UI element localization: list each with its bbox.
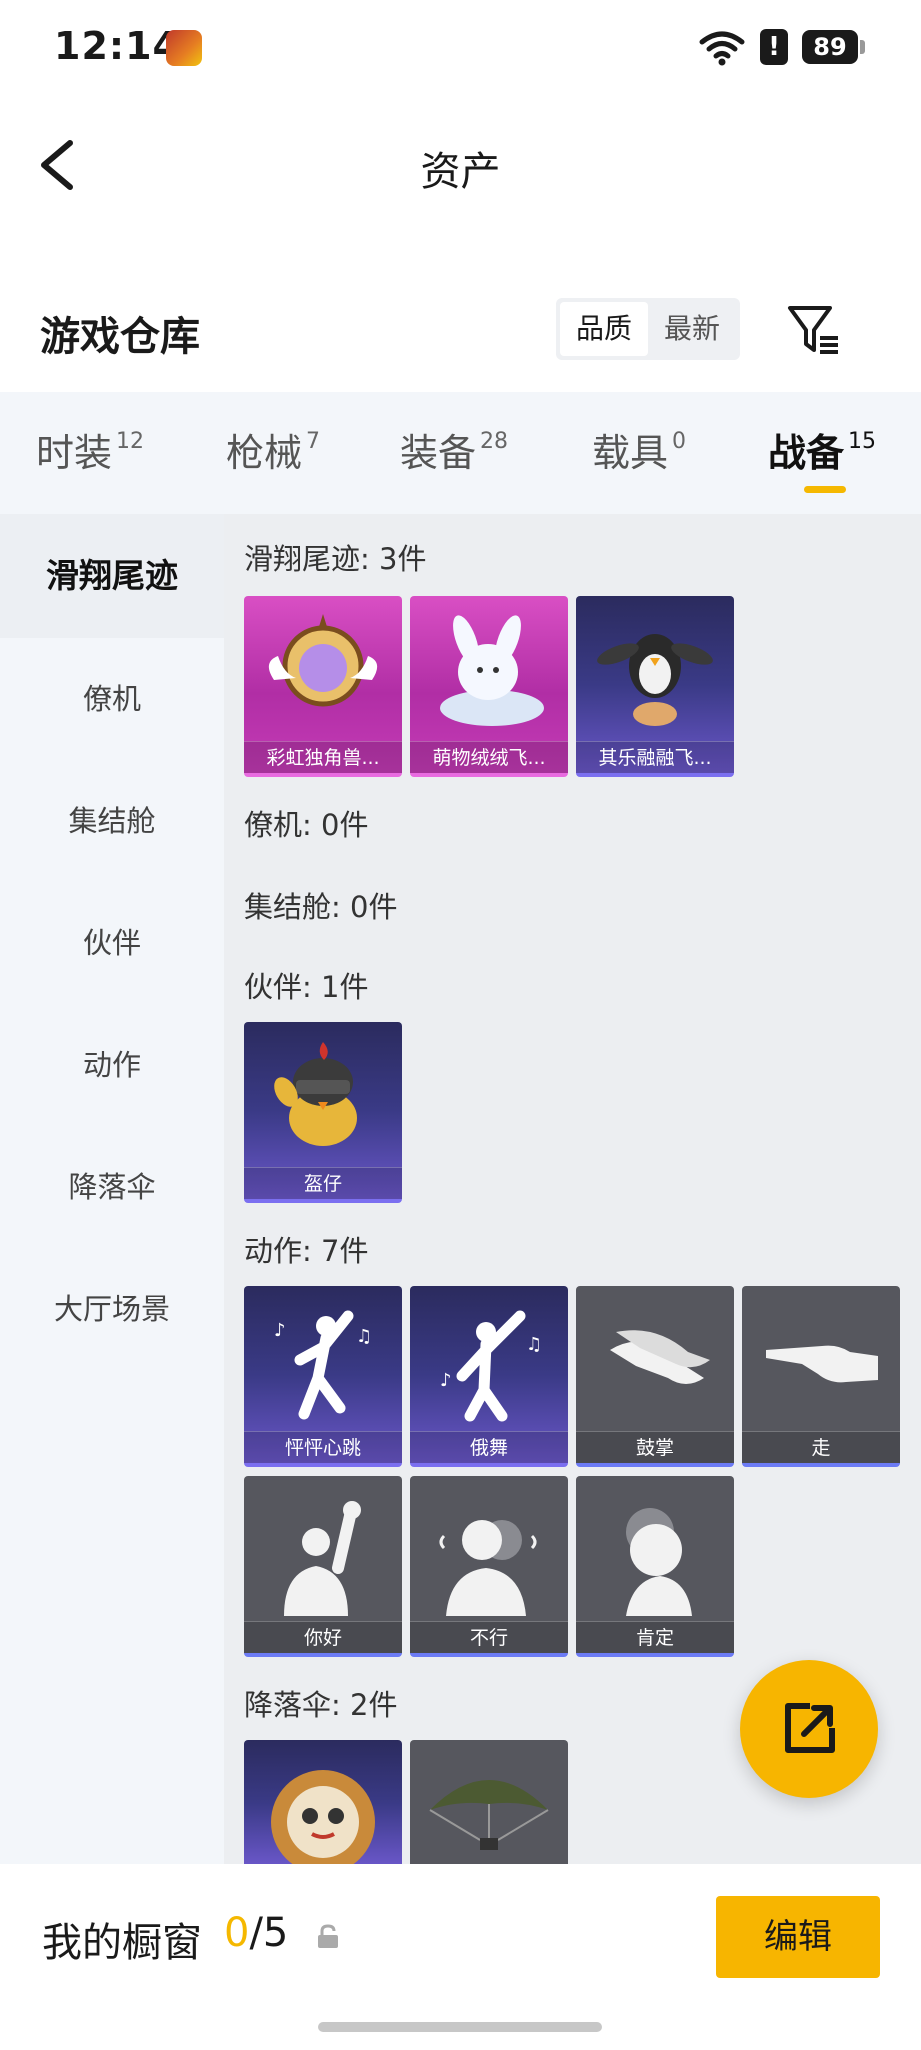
share-button[interactable] — [740, 1660, 878, 1798]
item-name: 俄舞 — [410, 1431, 568, 1463]
dance-heartbeat-icon: ♪ ♫ — [274, 1310, 372, 1420]
item-name: 肯定 — [576, 1621, 734, 1653]
showcase-current: 0 — [224, 1910, 250, 1956]
tab-label: 载具 — [592, 431, 669, 475]
item-name: 走 — [742, 1431, 900, 1463]
item-card[interactable]: 其乐融融飞... — [576, 596, 734, 777]
svg-text:♪: ♪ — [274, 1320, 286, 1341]
share-icon — [785, 1703, 835, 1753]
tab-count: 0 — [672, 429, 687, 454]
filter-icon[interactable] — [786, 304, 842, 356]
warehouse-row: 游戏仓库 品质 最新 — [0, 290, 921, 382]
sidebar: 滑翔尾迹 僚机 集结舱 伙伴 动作 降落伞 大厅场景 — [0, 514, 224, 1864]
battery-tip — [860, 40, 865, 54]
sidebar-item-companion[interactable]: 伙伴 — [0, 882, 224, 1004]
sidebar-item-glide-trail[interactable]: 滑翔尾迹 — [0, 514, 224, 638]
svg-text:♪: ♪ — [440, 1370, 452, 1391]
warehouse-title: 游戏仓库 — [40, 314, 200, 360]
sidebar-item-rally-pod[interactable]: 集结舱 — [0, 760, 224, 882]
item-card[interactable]: 你好 — [244, 1476, 402, 1657]
showcase-label: 我的橱窗 — [42, 1920, 202, 1966]
rainbow-unicorn-icon — [268, 614, 378, 707]
penguin-flyer-icon — [597, 634, 713, 726]
tab-count: 7 — [306, 429, 321, 454]
item-card[interactable]: 萌物绒绒飞... — [410, 596, 568, 777]
alert-icon: ! — [760, 29, 788, 65]
wave-hello-icon — [284, 1501, 361, 1616]
status-bar: 12:14 ! 89 — [0, 0, 921, 95]
tab-count: 15 — [848, 429, 877, 454]
section-label-emote: 动作: 7件 — [244, 1234, 369, 1268]
tab-equipment[interactable]: 装备 28 — [400, 422, 508, 477]
russian-dance-icon: ♪ ♫ — [440, 1310, 542, 1422]
tab-count: 28 — [480, 429, 509, 454]
tab-firearms[interactable]: 枪械 7 — [226, 422, 320, 477]
section-label-parachute: 降落伞: 2件 — [244, 1688, 398, 1722]
category-tabs: 时装 12 枪械 7 装备 28 载具 0 战备 15 — [0, 392, 921, 514]
tab-label: 战备 — [768, 431, 845, 475]
section-label-glide-trail: 滑翔尾迹: 3件 — [244, 542, 427, 576]
item-name: 其乐融融飞... — [576, 741, 734, 773]
clap-icon — [610, 1330, 710, 1384]
item-name: 鼓掌 — [576, 1431, 734, 1463]
sort-quality-button[interactable]: 品质 — [560, 302, 648, 356]
item-name: 你好 — [244, 1621, 402, 1653]
page-title: 资产 — [420, 149, 501, 195]
wifi-icon — [699, 31, 745, 66]
showcase-count: 0/5 — [224, 1910, 288, 1956]
active-tab-indicator — [804, 486, 846, 493]
status-icons: ! 89 — [698, 28, 865, 66]
sidebar-item-wingman[interactable]: 僚机 — [0, 638, 224, 760]
sidebar-item-emote[interactable]: 动作 — [0, 1004, 224, 1126]
header: 资产 — [0, 95, 921, 235]
bottom-bar: 我的橱窗 0/5 编辑 — [0, 1866, 921, 2050]
tab-label: 装备 — [400, 431, 477, 475]
item-name: 彩虹独角兽... — [244, 741, 402, 773]
item-card[interactable]: 盔仔 — [244, 1022, 402, 1203]
sort-toggle: 品质 最新 — [556, 298, 740, 360]
item-card[interactable]: 走 — [742, 1286, 900, 1467]
item-name: 不行 — [410, 1621, 568, 1653]
tab-label: 时装 — [36, 431, 113, 475]
section-label-rally-pod: 集结舱: 0件 — [244, 890, 398, 924]
svg-text:♫: ♫ — [356, 1326, 372, 1347]
point-walk-icon — [766, 1345, 878, 1383]
sidebar-item-lobby-scene[interactable]: 大厅场景 — [0, 1248, 224, 1370]
item-card[interactable]: 彩虹独角兽... — [244, 596, 402, 777]
status-time: 12:14 — [54, 24, 180, 68]
svg-text:♫: ♫ — [526, 1334, 542, 1355]
item-name: 怦怦心跳 — [244, 1431, 402, 1463]
head-shake-icon — [439, 1520, 537, 1616]
item-card[interactable] — [244, 1740, 402, 1864]
sidebar-item-parachute[interactable]: 降落伞 — [0, 1126, 224, 1248]
tab-vehicles[interactable]: 载具 0 — [592, 422, 686, 477]
tab-combat-gear[interactable]: 战备 15 — [768, 422, 876, 477]
helmet-chick-icon — [274, 1042, 357, 1146]
edit-button[interactable]: 编辑 — [716, 1896, 880, 1978]
parachute-panda-icon — [271, 1770, 375, 1864]
showcase-total: /5 — [249, 1910, 289, 1956]
item-card[interactable]: 不行 — [410, 1476, 568, 1657]
item-name: 盔仔 — [244, 1167, 402, 1199]
game-app-icon — [166, 30, 202, 66]
parachute-green-icon — [429, 1780, 549, 1850]
item-card[interactable]: ♪ ♫ 怦怦心跳 — [244, 1286, 402, 1467]
plush-bunny-icon — [440, 615, 544, 726]
battery-icon: 89 — [802, 30, 865, 64]
battery-level: 89 — [802, 30, 858, 64]
section-label-wingman: 僚机: 0件 — [244, 808, 369, 842]
tab-fashion[interactable]: 时装 12 — [36, 422, 144, 477]
item-card[interactable]: 鼓掌 — [576, 1286, 734, 1467]
item-name: 萌物绒绒飞... — [410, 741, 568, 773]
nod-icon — [626, 1508, 692, 1616]
item-card[interactable]: ♪ ♫ 俄舞 — [410, 1286, 568, 1467]
home-indicator[interactable] — [318, 2022, 602, 2032]
tab-label: 枪械 — [226, 431, 303, 475]
lock-icon — [318, 1924, 338, 1948]
section-label-companion: 伙伴: 1件 — [244, 970, 369, 1004]
sort-newest-button[interactable]: 最新 — [648, 302, 736, 356]
item-card[interactable]: 肯定 — [576, 1476, 734, 1657]
item-card[interactable] — [410, 1740, 568, 1864]
tab-count: 12 — [116, 429, 145, 454]
